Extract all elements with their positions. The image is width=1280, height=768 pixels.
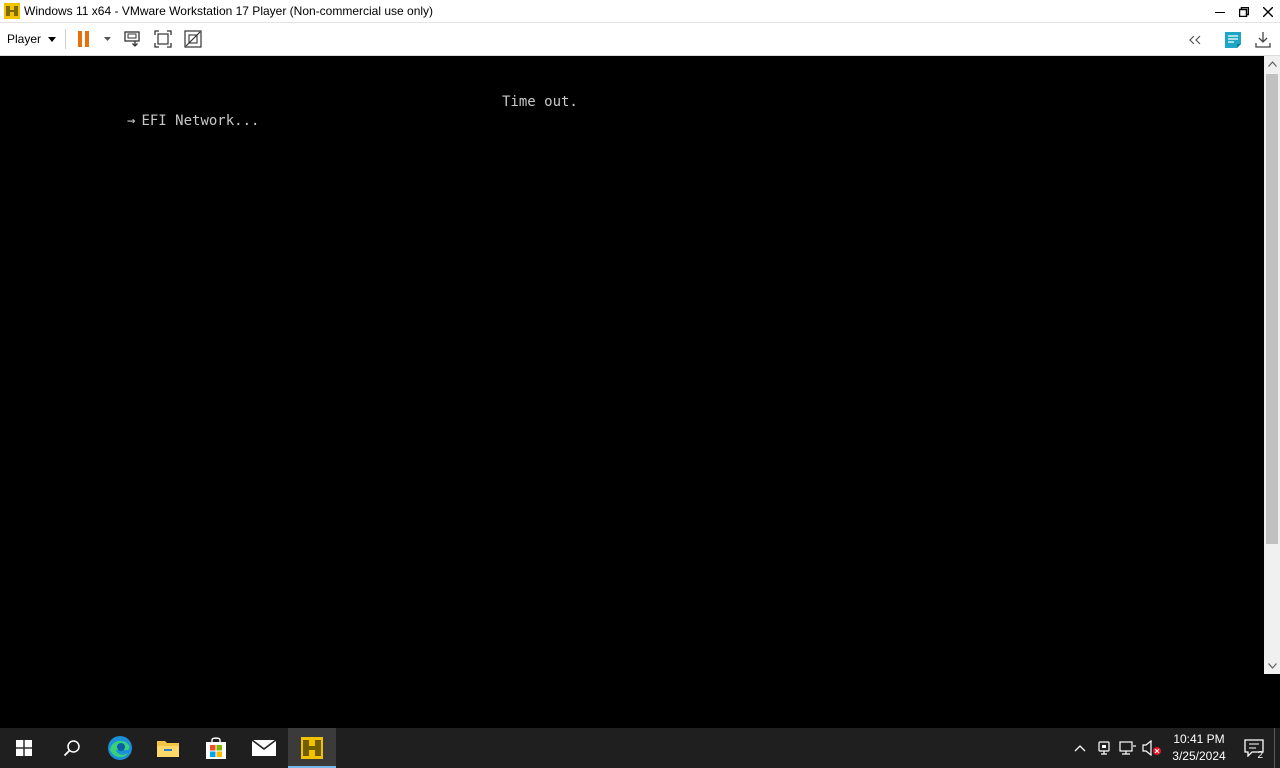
chevron-down-icon bbox=[1267, 663, 1277, 669]
player-menu-button[interactable]: Player bbox=[7, 27, 57, 51]
minimize-icon bbox=[1215, 11, 1225, 13]
toolbar-divider bbox=[65, 29, 67, 49]
volume-muted-icon bbox=[1142, 740, 1161, 756]
show-desktop-button[interactable] bbox=[1274, 728, 1280, 768]
boot-option-label: EFI Network... bbox=[141, 113, 260, 129]
window-title: Windows 11 x64 - VMware Workstation 17 P… bbox=[24, 4, 434, 18]
full-screen-icon bbox=[154, 30, 172, 48]
arrow-right-icon: → bbox=[127, 113, 136, 129]
store-button[interactable] bbox=[192, 728, 240, 768]
unity-button[interactable] bbox=[182, 27, 204, 51]
send-ctrl-alt-del-button[interactable] bbox=[122, 27, 144, 51]
vmware-tray-button[interactable] bbox=[1092, 728, 1116, 768]
minimize-button[interactable] bbox=[1208, 0, 1232, 23]
show-hidden-icons-button[interactable] bbox=[1068, 728, 1092, 768]
message-log-icon bbox=[1225, 31, 1241, 48]
vertical-scrollbar[interactable] bbox=[1264, 56, 1280, 674]
scroll-up-button[interactable] bbox=[1264, 56, 1280, 72]
pause-icon bbox=[78, 31, 90, 47]
clock-date: 3/25/2024 bbox=[1172, 749, 1226, 763]
chevron-up-icon bbox=[1267, 61, 1277, 67]
edge-icon bbox=[108, 736, 132, 760]
timeout-message: Time out. bbox=[502, 94, 578, 110]
collapse-toolbar-button[interactable] bbox=[1184, 28, 1206, 52]
boot-option-efi-network: → EFI Network... bbox=[127, 113, 259, 129]
vmware-player-icon bbox=[301, 737, 323, 759]
vmware-player-icon[interactable] bbox=[3, 2, 21, 20]
notification-count-badge: 2 bbox=[1257, 750, 1263, 761]
scroll-thumb[interactable] bbox=[1266, 74, 1278, 544]
player-toolbar: Player bbox=[0, 23, 1280, 56]
store-icon bbox=[206, 737, 226, 759]
close-button[interactable] bbox=[1256, 0, 1280, 23]
search-button[interactable] bbox=[48, 728, 96, 768]
start-button[interactable] bbox=[0, 728, 48, 768]
clock-time: 10:41 PM bbox=[1173, 732, 1225, 746]
notification-center-button[interactable]: 2 bbox=[1234, 728, 1274, 768]
file-explorer-button[interactable] bbox=[144, 728, 192, 768]
scroll-down-button[interactable] bbox=[1264, 658, 1280, 674]
title-bar: Windows 11 x64 - VMware Workstation 17 P… bbox=[0, 0, 1280, 23]
windows-taskbar: 10:41 PM 3/25/2024 2 bbox=[0, 728, 1280, 768]
pause-dropdown-icon bbox=[103, 37, 111, 41]
full-screen-button[interactable] bbox=[152, 27, 174, 51]
edge-button[interactable] bbox=[96, 728, 144, 768]
restore-button[interactable] bbox=[1232, 0, 1256, 23]
system-tray: 10:41 PM 3/25/2024 2 bbox=[1068, 728, 1280, 768]
player-menu-label: Player bbox=[7, 32, 42, 46]
network-icon bbox=[1119, 741, 1136, 755]
unity-icon bbox=[184, 30, 202, 48]
vmware-player-taskbar-button[interactable] bbox=[288, 728, 336, 768]
restore-icon bbox=[1239, 6, 1249, 17]
download-button[interactable] bbox=[1252, 28, 1274, 52]
search-icon bbox=[63, 740, 80, 757]
vmware-tray-icon bbox=[1098, 741, 1110, 755]
network-button[interactable] bbox=[1116, 728, 1140, 768]
send-ctrl-alt-del-icon bbox=[124, 31, 140, 47]
collapse-toolbar-icon bbox=[1189, 35, 1201, 44]
start-icon bbox=[16, 740, 32, 756]
mail-button[interactable] bbox=[240, 728, 288, 768]
vm-display[interactable]: Time out. → EFI Network... bbox=[0, 56, 1264, 674]
show-hidden-icons-icon bbox=[1074, 745, 1086, 752]
close-icon bbox=[1263, 6, 1273, 17]
volume-button[interactable] bbox=[1140, 728, 1164, 768]
mail-icon bbox=[251, 739, 277, 756]
taskbar-clock[interactable]: 10:41 PM 3/25/2024 bbox=[1164, 728, 1234, 768]
download-icon bbox=[1255, 31, 1271, 48]
pause-button[interactable] bbox=[76, 27, 92, 51]
message-log-button[interactable] bbox=[1222, 28, 1244, 52]
pause-dropdown-button[interactable] bbox=[98, 27, 116, 51]
chevron-down-icon bbox=[48, 36, 57, 42]
file-explorer-icon bbox=[157, 741, 179, 757]
